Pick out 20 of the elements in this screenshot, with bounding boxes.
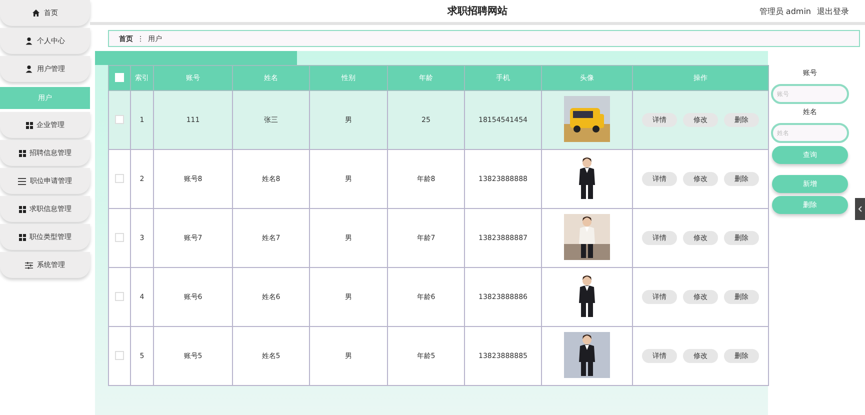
person-icon [25, 65, 33, 73]
chevron-left-icon [858, 206, 862, 212]
select-all-checkbox[interactable] [115, 72, 124, 82]
row-checkbox[interactable] [115, 174, 124, 182]
collapse-tab[interactable] [855, 198, 865, 220]
row-checkbox[interactable] [115, 114, 124, 124]
sliders-icon [25, 262, 33, 268]
home-icon [32, 9, 40, 17]
grid-icon [18, 206, 26, 212]
grid-icon [26, 122, 32, 128]
row-checkbox[interactable] [115, 232, 124, 242]
user-label: 管理员 admin [759, 6, 811, 17]
logout-link[interactable]: 退出登录 [817, 6, 849, 17]
grid-icon [18, 150, 26, 156]
list-icon [18, 178, 26, 184]
grid-icon [18, 234, 26, 240]
row-checkbox[interactable] [115, 292, 124, 300]
person-icon [25, 37, 33, 45]
site-title: 求职招聘网站 [448, 4, 508, 18]
row-checkbox[interactable] [115, 350, 124, 360]
